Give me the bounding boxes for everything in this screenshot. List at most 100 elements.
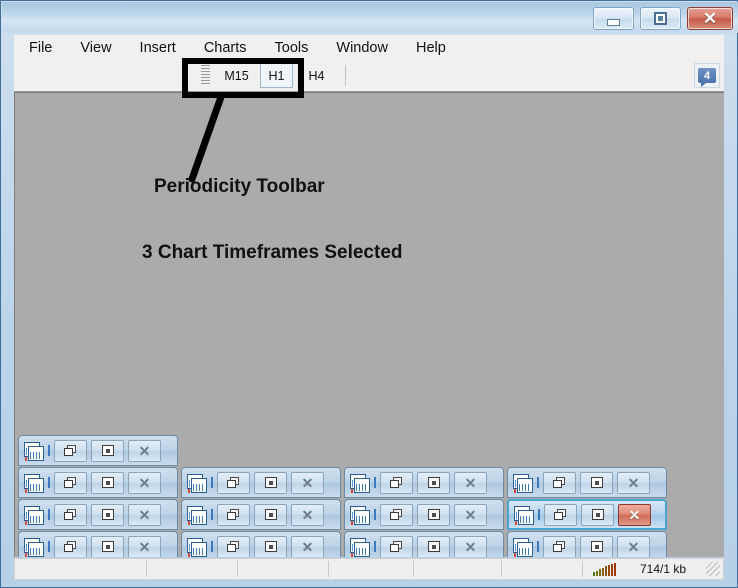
window-close-button[interactable]: ✕	[291, 536, 324, 558]
minimized-window-bar[interactable]: ✕	[18, 499, 178, 530]
minimized-window-bar[interactable]: ✕	[181, 467, 341, 498]
chart-icon	[24, 474, 44, 492]
maximize-icon	[265, 477, 277, 488]
chart-icon	[513, 538, 533, 556]
window-maximize-button[interactable]	[254, 536, 287, 558]
window-close-button[interactable]: ✕	[617, 472, 650, 494]
minimized-window-bar[interactable]: ✕	[344, 531, 504, 557]
window-close-button[interactable]: ✕	[291, 504, 324, 526]
window-title-placeholder	[211, 509, 213, 520]
window-close-button[interactable]: ✕	[454, 504, 487, 526]
window-close-button[interactable]: ✕	[454, 536, 487, 558]
close-icon: ✕	[465, 508, 477, 522]
close-button[interactable]: ✕	[687, 7, 733, 30]
close-icon: ✕	[628, 476, 640, 490]
resize-grip-icon[interactable]	[706, 562, 720, 576]
window-restore-button[interactable]	[217, 472, 250, 494]
window-restore-button[interactable]	[543, 536, 576, 558]
close-icon: ✕	[465, 476, 477, 490]
minimize-button[interactable]	[593, 7, 634, 30]
maximize-icon	[102, 477, 114, 488]
window-maximize-button[interactable]	[580, 536, 613, 558]
window-restore-button[interactable]	[543, 472, 576, 494]
title-bar: ✕	[2, 2, 738, 33]
minimized-windows-grid: ✕ ✕ ✕ ✕	[15, 93, 724, 557]
window-restore-button[interactable]	[54, 504, 87, 526]
notification-badge-button[interactable]: 4	[694, 63, 720, 88]
window-title-placeholder	[48, 509, 50, 520]
window-controls: ✕	[593, 7, 733, 30]
maximize-icon	[591, 541, 603, 552]
restore-icon	[553, 477, 566, 489]
menu-item-file[interactable]: File	[19, 38, 62, 58]
window-close-button[interactable]: ✕	[618, 504, 651, 526]
menu-item-insert[interactable]: Insert	[130, 38, 186, 58]
toolbar-strip: M15 H1 H4 4	[14, 61, 724, 92]
window-restore-button[interactable]	[380, 472, 413, 494]
minimized-window-bar[interactable]: ✕	[344, 499, 504, 530]
window-close-button[interactable]: ✕	[454, 472, 487, 494]
menu-item-charts[interactable]: Charts	[194, 38, 257, 58]
window-restore-button[interactable]	[380, 536, 413, 558]
window-maximize-button[interactable]	[417, 504, 450, 526]
status-cell-1	[15, 561, 147, 577]
menu-item-tools[interactable]: Tools	[265, 38, 319, 58]
minimized-window-bar[interactable]: ✕	[344, 467, 504, 498]
window-title-placeholder	[48, 477, 50, 488]
minimized-window-bar-active[interactable]: ✕	[507, 499, 667, 530]
chart-icon	[24, 538, 44, 556]
window-restore-button[interactable]	[544, 504, 577, 526]
window-restore-button[interactable]	[54, 536, 87, 558]
restore-icon	[227, 541, 240, 553]
menu-item-view[interactable]: View	[70, 38, 121, 58]
window-close-button[interactable]: ✕	[128, 440, 161, 462]
window-restore-button[interactable]	[217, 536, 250, 558]
window-restore-button[interactable]	[217, 504, 250, 526]
window-restore-button[interactable]	[380, 504, 413, 526]
chart-icon	[187, 506, 207, 524]
window-restore-button[interactable]	[54, 472, 87, 494]
minimized-window-bar[interactable]: ✕	[18, 467, 178, 498]
minimized-window-bar[interactable]: ✕	[181, 499, 341, 530]
menu-item-help[interactable]: Help	[406, 38, 456, 58]
window-maximize-button[interactable]	[580, 472, 613, 494]
window-maximize-button[interactable]	[254, 472, 287, 494]
window-maximize-button[interactable]	[581, 504, 614, 526]
window-restore-button[interactable]	[54, 440, 87, 462]
window-maximize-button[interactable]	[417, 536, 450, 558]
restore-icon	[390, 541, 403, 553]
window-close-button[interactable]: ✕	[291, 472, 324, 494]
close-icon: ✕	[629, 508, 641, 522]
restore-icon	[554, 509, 567, 521]
window-maximize-button[interactable]	[417, 472, 450, 494]
window-maximize-button[interactable]	[254, 504, 287, 526]
window-title-placeholder	[48, 445, 50, 456]
window-maximize-button[interactable]	[91, 472, 124, 494]
minimized-window-bar[interactable]: ✕	[507, 467, 667, 498]
status-cell-4	[329, 561, 414, 577]
window-close-button[interactable]: ✕	[128, 504, 161, 526]
window-title-placeholder	[211, 477, 213, 488]
minimized-window-bar[interactable]: ✕	[18, 531, 178, 557]
status-cell-2	[147, 561, 238, 577]
window-maximize-button[interactable]	[91, 440, 124, 462]
close-icon: ✕	[139, 540, 151, 554]
restore-icon	[64, 477, 77, 489]
close-icon: ✕	[302, 540, 314, 554]
window-maximize-button[interactable]	[91, 536, 124, 558]
minimized-window-bar[interactable]: ✕	[18, 435, 178, 466]
close-icon: ✕	[628, 540, 640, 554]
menu-bar: File View Insert Charts Tools Window Hel…	[14, 35, 724, 62]
menu-item-window[interactable]: Window	[326, 38, 398, 58]
mdi-client-area: ✕ ✕ ✕ ✕	[14, 92, 724, 557]
minimized-window-bar[interactable]: ✕	[181, 531, 341, 557]
restore-icon	[64, 509, 77, 521]
window-close-button[interactable]: ✕	[128, 472, 161, 494]
window-close-button[interactable]: ✕	[128, 536, 161, 558]
window-close-button[interactable]: ✕	[617, 536, 650, 558]
chart-icon	[350, 538, 370, 556]
window-maximize-button[interactable]	[91, 504, 124, 526]
restore-button[interactable]	[640, 7, 681, 30]
minimized-window-bar[interactable]: ✕	[507, 531, 667, 557]
chart-icon	[24, 442, 44, 460]
